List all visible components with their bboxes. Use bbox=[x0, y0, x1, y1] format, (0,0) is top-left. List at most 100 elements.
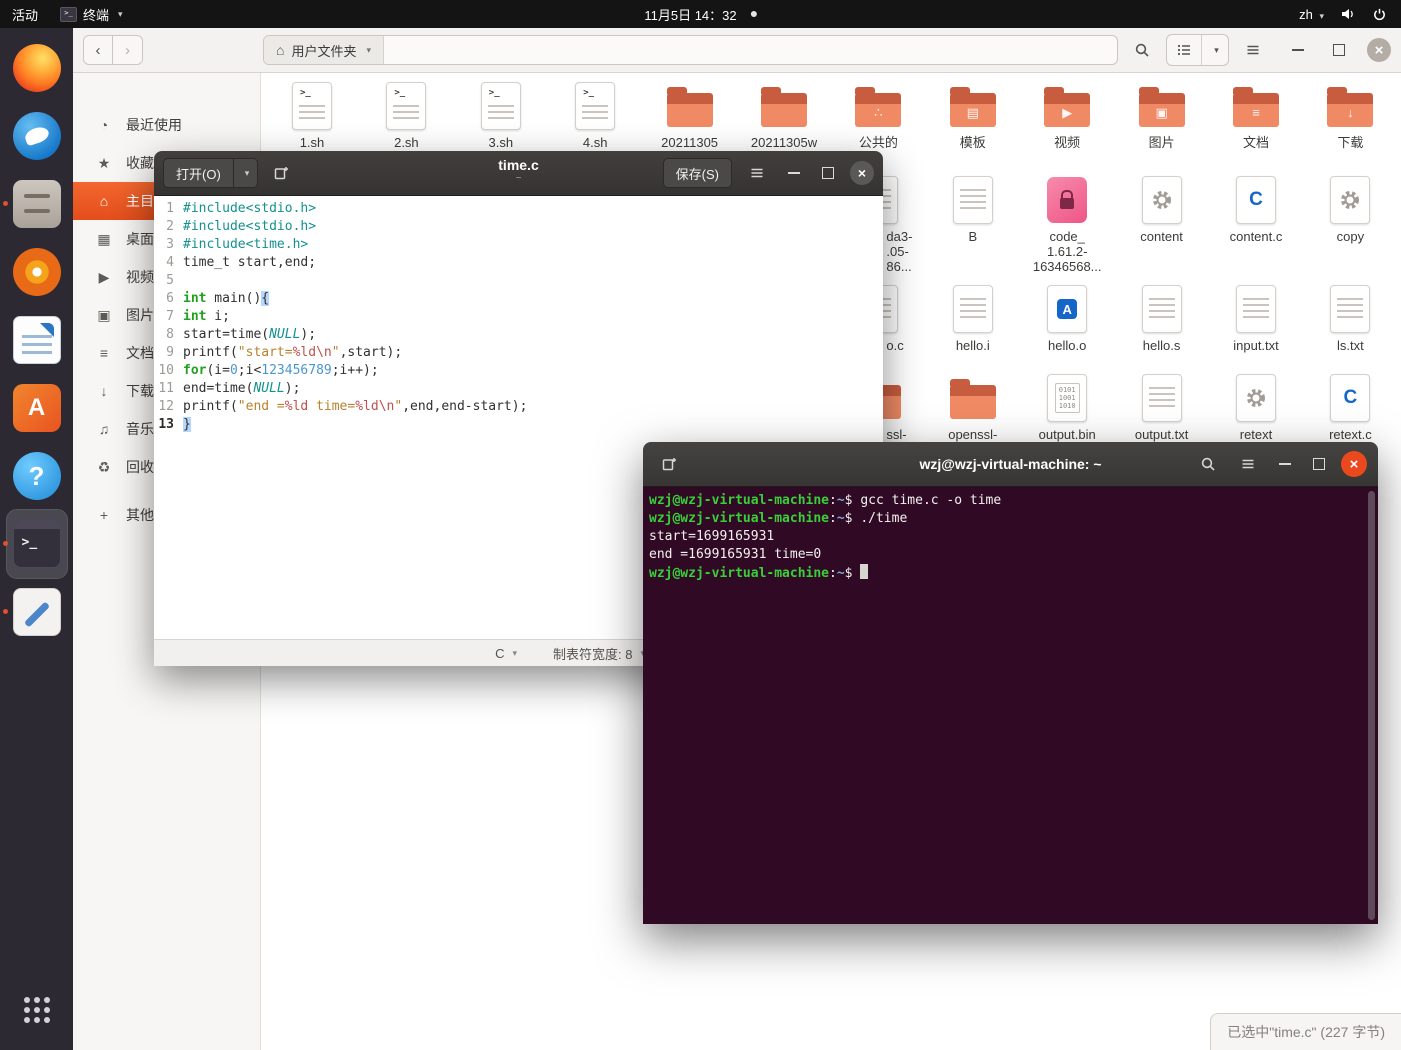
dock-item-help[interactable] bbox=[7, 442, 67, 510]
file-item[interactable]: hello.i bbox=[926, 285, 1020, 353]
terminal-title: wzj@wzj-virtual-machine: ~ bbox=[919, 456, 1102, 472]
file-item[interactable]: Ahello.o bbox=[1020, 285, 1114, 353]
file-item-label: 文档 bbox=[1242, 135, 1269, 150]
file-item[interactable]: output.txt bbox=[1115, 374, 1209, 442]
file-item[interactable]: Ccontent.c bbox=[1209, 176, 1303, 244]
pictures-icon: ▣ bbox=[97, 306, 111, 323]
gedit-minimize-button[interactable] bbox=[782, 161, 806, 185]
file-item[interactable]: ▤ 模板 bbox=[926, 82, 1020, 150]
file-item[interactable]: retext bbox=[1209, 374, 1303, 442]
terminal-menu-button[interactable] bbox=[1233, 449, 1263, 479]
terminal-screen[interactable]: wzj@wzj-virtual-machine:~$ gcc time.c -o… bbox=[643, 487, 1378, 924]
dock-item-files[interactable] bbox=[2, 170, 67, 238]
file-item[interactable]: B bbox=[926, 176, 1020, 244]
new-document-button[interactable] bbox=[266, 158, 296, 188]
file-item[interactable]: openssl- bbox=[926, 374, 1020, 442]
sidebar-item-recent[interactable]: ◔ 最近使用 bbox=[73, 106, 260, 144]
downloads-icon: ↓ bbox=[100, 383, 108, 399]
power-icon[interactable] bbox=[1372, 7, 1387, 22]
clock-button[interactable]: 11月5日 14：32 bbox=[644, 0, 757, 28]
code-line: printf("end =%ld time=%ld\n",end,end-sta… bbox=[183, 399, 528, 414]
file-item[interactable]: ↓ 下载 bbox=[1303, 82, 1397, 150]
file-item[interactable]: code_ 1.61.2- 16346568... bbox=[1020, 176, 1114, 274]
dock-item-terminal[interactable] bbox=[2, 509, 68, 579]
file-item[interactable]: input.txt bbox=[1209, 285, 1303, 353]
file-item[interactable]: content bbox=[1115, 176, 1209, 244]
folder-videos-icon: ▶ bbox=[1043, 82, 1091, 130]
volume-icon[interactable] bbox=[1340, 6, 1356, 22]
chevron-down-icon: ▾ bbox=[1319, 10, 1324, 21]
executable-icon bbox=[1232, 374, 1280, 422]
sidebar-item-label: 下载 bbox=[126, 383, 154, 399]
script-icon: >_ bbox=[571, 82, 619, 130]
maximize-button[interactable] bbox=[1326, 37, 1352, 63]
file-item[interactable]: ▣ 图片 bbox=[1115, 82, 1209, 150]
code-line: #include<time.h> bbox=[183, 237, 309, 252]
file-item[interactable]: ∴ 公共的 bbox=[831, 82, 925, 150]
save-button[interactable]: 保存(S) bbox=[662, 158, 732, 188]
tab-width-selector[interactable]: 制表符宽度: 8▾ bbox=[553, 644, 645, 663]
gedit-close-button[interactable]: × bbox=[850, 161, 874, 185]
dock-item-rhythmbox[interactable] bbox=[7, 238, 67, 306]
sidebar-item-label: 文档 bbox=[126, 345, 154, 361]
file-item-label: 公共的 bbox=[858, 135, 898, 150]
minimize-button[interactable] bbox=[1285, 37, 1311, 63]
c-source-icon: C bbox=[1232, 176, 1280, 224]
terminal-close-button[interactable]: × bbox=[1341, 451, 1367, 477]
back-button[interactable]: ‹ bbox=[83, 35, 113, 65]
file-item-label: 模板 bbox=[959, 135, 986, 150]
file-item[interactable]: ▶ 视频 bbox=[1020, 82, 1114, 150]
close-button[interactable]: × bbox=[1367, 38, 1391, 62]
search-button[interactable] bbox=[1126, 35, 1158, 65]
dock-item-firefox[interactable] bbox=[7, 34, 67, 102]
menu-button[interactable] bbox=[1237, 35, 1269, 65]
path-bar[interactable]: ⌂ 用户文件夹 ▾ bbox=[263, 35, 1118, 65]
dock-item-gedit[interactable] bbox=[2, 578, 67, 646]
new-tab-button[interactable] bbox=[654, 449, 684, 479]
executable-icon bbox=[1326, 176, 1374, 224]
file-item-label: 1.sh bbox=[299, 135, 325, 150]
language-mode-selector[interactable]: C ▾ bbox=[495, 646, 517, 661]
sidebar-item-label: 收藏 bbox=[126, 155, 154, 171]
thunderbird-icon bbox=[12, 112, 61, 160]
dock-item-libreoffice-writer[interactable] bbox=[7, 306, 67, 374]
file-item[interactable]: >_ 4.sh bbox=[548, 82, 642, 150]
file-item[interactable]: 0101 1001 1010 output.bin bbox=[1020, 374, 1114, 442]
starred-icon: ★ bbox=[97, 154, 111, 171]
file-item[interactable]: 20211305 bbox=[643, 82, 737, 150]
dock-item-show-apps[interactable] bbox=[7, 976, 67, 1044]
terminal-maximize-button[interactable] bbox=[1307, 452, 1331, 476]
file-item-label: ls.txt bbox=[1337, 338, 1364, 353]
file-item[interactable]: 20211305w bbox=[737, 82, 831, 150]
open-dropdown-button[interactable]: ▾ bbox=[233, 158, 259, 188]
file-item[interactable]: Cretext.c bbox=[1303, 374, 1397, 442]
dock-item-thunderbird[interactable] bbox=[7, 102, 67, 170]
app-indicator[interactable]: >_ 终端 ▾ bbox=[60, 5, 123, 24]
files-icon bbox=[12, 180, 61, 228]
file-item[interactable]: >_ 3.sh bbox=[454, 82, 548, 150]
file-item[interactable]: copy bbox=[1303, 176, 1397, 244]
terminal-minimize-button[interactable] bbox=[1273, 452, 1297, 476]
terminal-scrollbar[interactable] bbox=[1368, 491, 1375, 920]
open-button[interactable]: 打开(O) bbox=[163, 158, 234, 188]
file-item[interactable]: >_ 1.sh bbox=[265, 82, 359, 150]
language-indicator[interactable]: zh ▾ bbox=[1299, 7, 1324, 22]
forward-button[interactable]: › bbox=[113, 35, 143, 65]
path-segment-home[interactable]: ⌂ 用户文件夹 ▾ bbox=[264, 36, 385, 64]
file-item[interactable]: >_ 2.sh bbox=[359, 82, 453, 150]
view-options-caret-button[interactable]: ▾ bbox=[1201, 35, 1228, 65]
file-item[interactable]: ≡ 文档 bbox=[1209, 82, 1303, 150]
file-item[interactable]: hello.s bbox=[1115, 285, 1209, 353]
music-icon: ♫ bbox=[98, 421, 110, 437]
activities-button[interactable]: 活动 bbox=[12, 5, 38, 24]
folder-documents-icon: ≡ bbox=[1232, 82, 1280, 130]
folder-pictures-icon: ▣ bbox=[1138, 82, 1186, 130]
script-icon: >_ bbox=[382, 82, 430, 130]
file-item[interactable]: ls.txt bbox=[1303, 285, 1397, 353]
terminal-search-button[interactable] bbox=[1193, 449, 1223, 479]
gedit-menu-button[interactable] bbox=[742, 158, 772, 188]
list-view-button[interactable] bbox=[1167, 35, 1201, 65]
dock-item-ubuntu-software[interactable] bbox=[7, 374, 67, 442]
gedit-maximize-button[interactable] bbox=[816, 161, 840, 185]
